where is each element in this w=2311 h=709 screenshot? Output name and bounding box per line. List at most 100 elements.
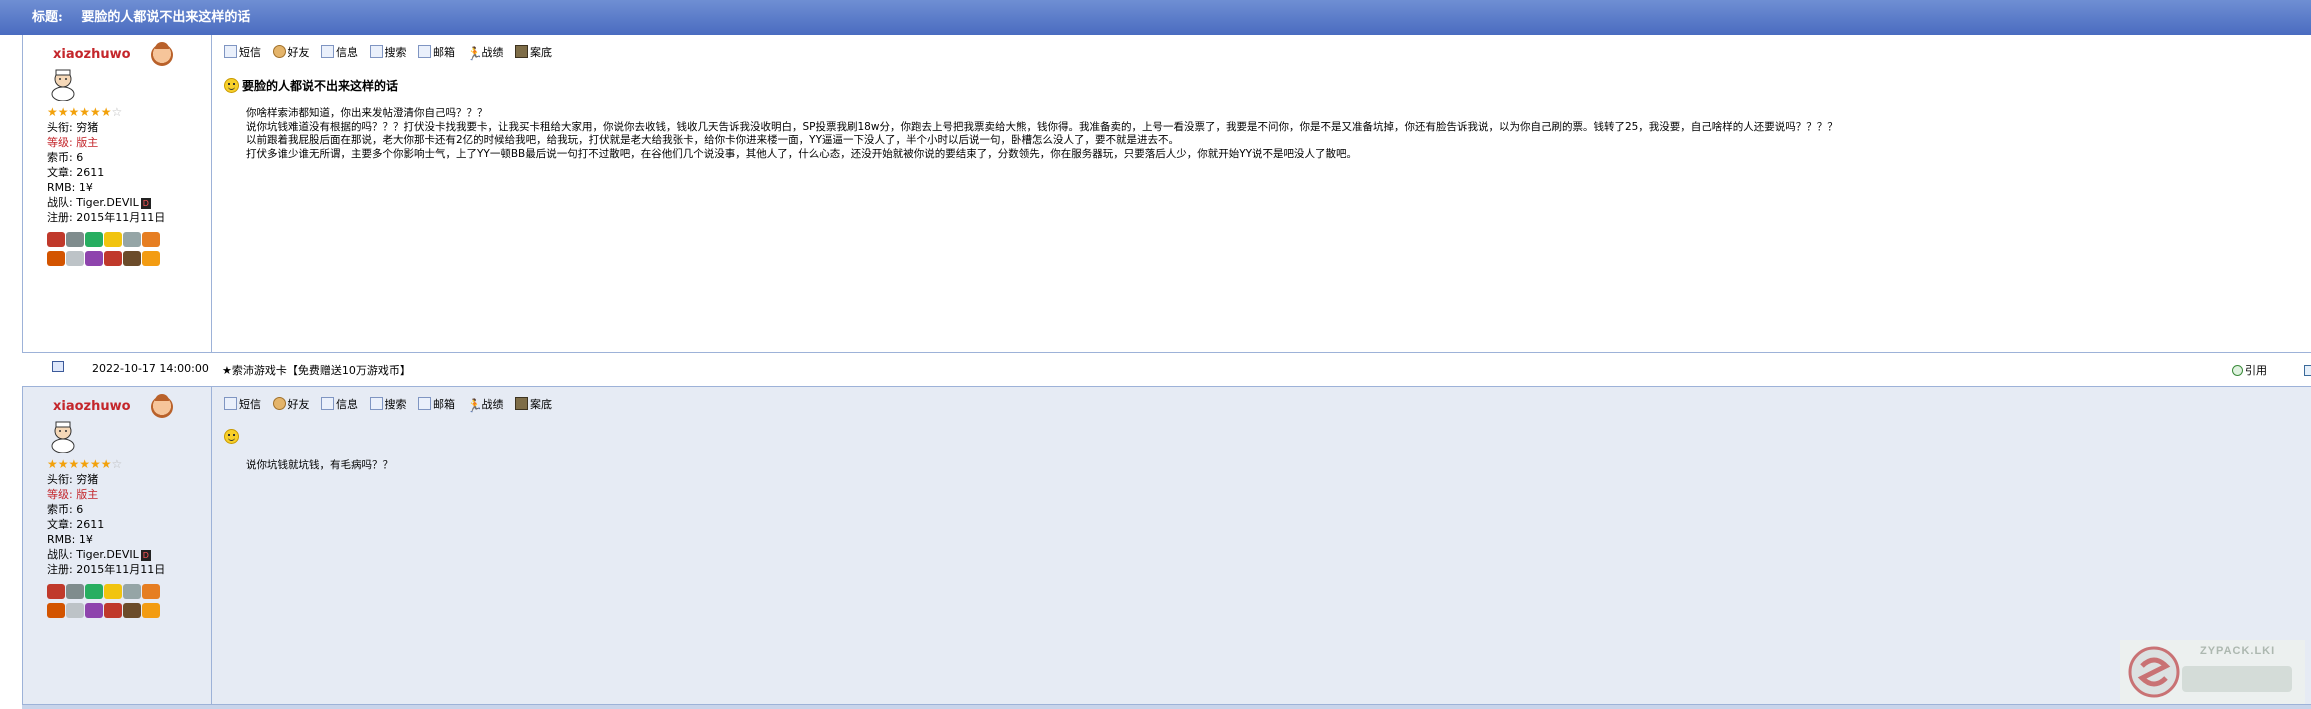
online-face-icon: [151, 394, 173, 418]
quote-button[interactable]: 引用: [2232, 362, 2267, 378]
post-content: 短信 好友 信息 搜索 邮箱 🏃战绩 案底 要脸的人都说不出来这样的话 你啥样索…: [212, 35, 2311, 352]
mail-icon: [418, 45, 431, 58]
user-rmb: RMB: 1¥: [47, 181, 93, 194]
toolbar-friends[interactable]: 好友: [272, 396, 310, 412]
toolbar-message[interactable]: 短信: [224, 44, 261, 60]
user-rmb: RMB: 1¥: [47, 533, 93, 546]
toolbar-search-label: 搜索: [384, 398, 407, 411]
post-toolbar: 短信 好友 信息 搜索 邮箱 🏃战绩 案底: [224, 396, 560, 413]
post-line: 你啥样索沛都知道，你出来发帖澄清你自己吗？？？: [246, 107, 488, 119]
toolbar-record[interactable]: 🏃战绩: [467, 44, 504, 61]
post-body: 你啥样索沛都知道，你出来发帖澄清你自己吗？？？ 说你坑钱难道没有根据的吗？？？打…: [246, 107, 1838, 161]
post-subject: [224, 429, 242, 444]
username-link[interactable]: xiaozhuwo: [53, 47, 131, 62]
rating-stars: ★★★★★★☆: [47, 105, 123, 119]
avatar[interactable]: [47, 67, 79, 101]
user-level: 等级: 版主: [47, 136, 99, 149]
search-icon: [369, 397, 383, 410]
site-watermark: ZYPACK.LKI: [2120, 640, 2305, 704]
post-subject: 要脸的人都说不出来这样的话: [224, 77, 398, 94]
quote-label: 引用: [2245, 364, 2267, 377]
post-content: 短信 好友 信息 搜索 邮箱 🏃战绩 案底 说你坑钱就坑钱，有毛病吗？？: [212, 387, 2311, 705]
toolbar-search[interactable]: 搜索: [369, 44, 407, 60]
user-info: 头衔: 穷猪 等级: 版主 索币: 6 文章: 2611 RMB: 1¥ 战队:…: [47, 472, 165, 577]
medal-icon: [47, 232, 65, 247]
toolbar-case-label: 案底: [530, 398, 552, 411]
medal-icon: [85, 603, 103, 618]
ad-link[interactable]: ★索沛游戏卡【免费赠送10万游戏币】: [222, 362, 411, 378]
medal-icon: [123, 251, 141, 266]
user-team-text: 战队: Tiger.DEVIL: [47, 548, 139, 561]
toolbar-info-label: 信息: [336, 398, 358, 411]
mail-icon: [418, 397, 431, 410]
user-registered: 注册: 2015年11月11日: [47, 211, 166, 224]
thread-title: 要脸的人都说不出来这样的话: [81, 10, 251, 25]
medal-icon: [66, 251, 84, 266]
toolbar-search[interactable]: 搜索: [369, 396, 407, 412]
medal-icon: [85, 251, 103, 266]
user-level: 等级: 版主: [47, 488, 99, 501]
toolbar-message[interactable]: 短信: [224, 396, 261, 412]
toolbar-message-label: 短信: [239, 398, 261, 411]
medal-icon: [85, 584, 103, 599]
user-info: 头衔: 穷猪 等级: 版主 索币: 6 文章: 2611 RMB: 1¥ 战队:…: [47, 120, 165, 225]
post-line: 打伏多谁少谁无所谓，主要多个你影响士气，上了YY一顿BB最后说一句打不过散吧，在…: [246, 147, 1358, 160]
toolbar-case[interactable]: 案底: [515, 44, 552, 60]
record-icon: 🏃: [466, 47, 483, 62]
medal-icon: [123, 603, 141, 618]
post-subject-text: 要脸的人都说不出来这样的话: [242, 79, 399, 93]
computer-icon: [52, 361, 64, 372]
toolbar-case[interactable]: 案底: [515, 396, 552, 412]
post-1: xiaozhuwo ★★★★★★☆ 头衔: 穷猪 等级: 版主 索币: 6 文章…: [22, 35, 2311, 352]
message-icon: [224, 397, 237, 410]
smile-icon: [224, 429, 239, 444]
thread-title-bar: 标题: 要脸的人都说不出来这样的话: [0, 0, 2311, 35]
post-date: 2022-10-17 14:00:00: [92, 362, 209, 375]
message-icon: [224, 45, 237, 58]
post-toolbar: 短信 好友 信息 搜索 邮箱 🏃战绩 案底: [224, 44, 560, 61]
team-badge: D: [140, 197, 151, 209]
user-title: 头衔: 穷猪: [47, 121, 99, 134]
quote-icon: [2232, 365, 2243, 376]
ad-link-text[interactable]: ★索沛游戏卡【免费赠送10万游戏币】: [222, 364, 411, 377]
rating-stars: ★★★★★★☆: [47, 457, 123, 471]
watermark-text: ZYPACK.LKI: [2200, 645, 2276, 657]
toolbar-info[interactable]: 信息: [321, 44, 358, 60]
toolbar-friends[interactable]: 好友: [272, 44, 310, 60]
avatar[interactable]: [47, 419, 79, 453]
user-posts: 文章: 2611: [47, 518, 105, 531]
medal-icon: [85, 232, 103, 247]
medal-icon: [66, 584, 84, 599]
edit-icon: [2304, 365, 2311, 376]
medal-icon: [142, 584, 160, 599]
medal-icon: [47, 251, 65, 266]
user-registered: 注册: 2015年11月11日: [47, 563, 166, 576]
post-body: 说你坑钱就坑钱，有毛病吗？？: [246, 459, 393, 473]
username-link[interactable]: xiaozhuwo: [53, 399, 131, 414]
medal-icon: [123, 584, 141, 599]
post-2: xiaozhuwo ★★★★★★☆ 头衔: 穷猪 等级: 版主 索币: 6 文章…: [22, 387, 2311, 705]
friends-icon: [272, 45, 286, 58]
medal-icon: [104, 603, 122, 618]
info-icon: [321, 45, 334, 58]
online-face-icon: [151, 42, 173, 66]
search-icon: [369, 45, 383, 58]
medal-list: [47, 584, 177, 622]
toolbar-info[interactable]: 信息: [321, 396, 358, 412]
toolbar-info-label: 信息: [336, 46, 358, 59]
user-team: 战队: Tiger.DEVIL D: [47, 195, 165, 210]
friends-icon: [272, 397, 286, 410]
medal-icon: [66, 603, 84, 618]
toolbar-mail[interactable]: 邮箱: [418, 396, 455, 412]
post-footer-bar: 2022-10-17 14:00:00 ★索沛游戏卡【免费赠送10万游戏币】 引…: [22, 352, 2311, 387]
toolbar-record[interactable]: 🏃战绩: [467, 396, 504, 413]
edit-button[interactable]: 编: [2304, 362, 2311, 378]
medal-icon: [104, 232, 122, 247]
thread-title-label: 标题:: [32, 10, 63, 25]
medal-icon: [104, 584, 122, 599]
toolbar-mail[interactable]: 邮箱: [418, 44, 455, 60]
user-team-text: 战队: Tiger.DEVIL: [47, 196, 139, 209]
medal-icon: [142, 251, 160, 266]
post-line: 以前跟着我屁股后面在那说，老大你那卡还有2亿的时候给我吧，给我玩，打伏就是老大给…: [246, 134, 1180, 146]
toolbar-search-label: 搜索: [384, 46, 407, 59]
